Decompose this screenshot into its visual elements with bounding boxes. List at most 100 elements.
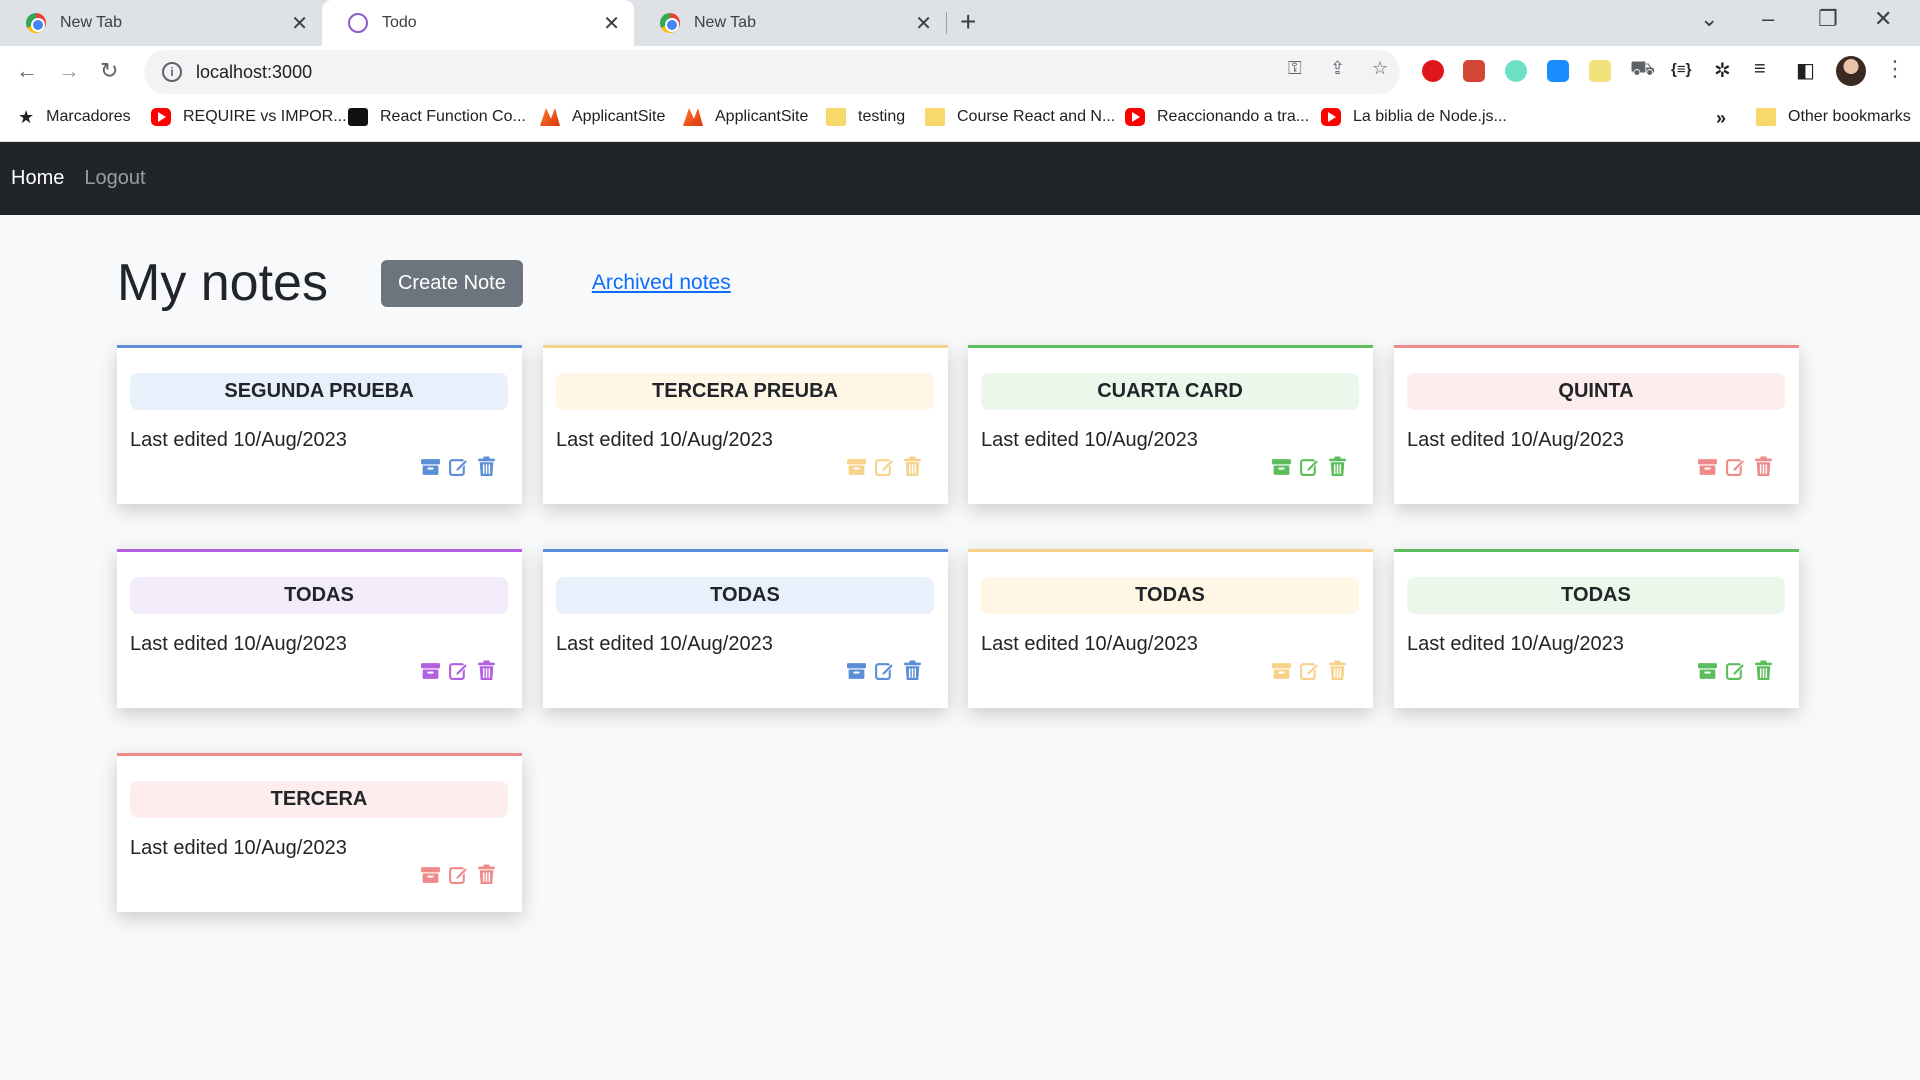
tab-close-icon[interactable]: ✕ [915,11,932,36]
window-close-icon[interactable]: ✕ [1874,6,1892,32]
note-card: TERCERA Last edited 10/Aug/2023 [117,753,522,912]
bookmarks-bar: ★ Marcadores REQUIRE vs IMPOR... React Fu… [0,98,1920,142]
restore-icon[interactable]: ❐ [1818,6,1838,32]
key-icon[interactable]: ⚿ [1288,58,1302,79]
trash-icon[interactable] [476,660,497,681]
bookmark-item[interactable]: ApplicantSite [683,108,808,126]
app-favicon-icon [348,13,368,33]
tab-new-tab-1[interactable]: New Tab ✕ [0,0,322,46]
share-icon[interactable]: ⇪ [1330,58,1345,79]
bookmark-item[interactable]: La biblia de Node.js... [1321,108,1507,126]
extensions-puzzle-icon[interactable]: ✲ [1714,58,1731,83]
url-input[interactable] [196,61,1096,83]
youtube-icon [151,108,171,126]
note-last-edited: Last edited 10/Aug/2023 [1407,429,1624,451]
json-extension-icon[interactable]: {≡} [1671,61,1691,78]
trash-icon[interactable] [1327,660,1348,681]
nav-logout-link[interactable]: Logout [84,167,145,190]
tab-todo[interactable]: Todo ✕ [322,0,634,46]
archive-icon[interactable] [846,660,867,681]
note-last-edited: Last edited 10/Aug/2023 [981,429,1198,451]
extension-icon[interactable]: ⛟ [1630,58,1655,83]
edit-icon[interactable] [1299,660,1320,681]
new-tab-button[interactable]: + [960,6,976,38]
bookmark-item[interactable]: REQUIRE vs IMPOR... [151,108,347,126]
extension-icon[interactable] [1463,60,1485,82]
note-title: CUARTA CARD [981,373,1359,410]
trash-icon[interactable] [1753,660,1774,681]
page-header: My notes Create Note Archived notes [117,253,731,313]
extension-icon[interactable] [1505,60,1527,82]
extension-icon[interactable] [1589,60,1611,82]
trash-icon[interactable] [1753,456,1774,477]
bookmark-item[interactable]: ApplicantSite [540,108,665,126]
create-note-button[interactable]: Create Note [380,259,523,307]
tab-title: New Tab [694,14,756,31]
archived-notes-link[interactable]: Archived notes [592,271,731,295]
forward-icon[interactable]: → [58,58,80,84]
edit-icon[interactable] [448,864,469,885]
media-control-icon[interactable]: ≡ [1754,58,1766,81]
bookmark-item[interactable]: ★ Marcadores [18,108,131,126]
archive-icon[interactable] [420,456,441,477]
tab-close-icon[interactable]: ✕ [291,11,308,36]
note-actions [420,864,497,885]
bookmark-item[interactable]: Course React and N... [925,108,1115,126]
site-info-icon[interactable]: i [162,62,182,82]
side-panel-icon[interactable]: ◧ [1796,58,1815,83]
archive-icon[interactable] [420,864,441,885]
edit-icon[interactable] [448,456,469,477]
bookmark-item[interactable]: testing [826,108,905,126]
tab-close-icon[interactable]: ✕ [603,11,620,36]
archive-icon[interactable] [420,660,441,681]
notes-page: My notes Create Note Archived notes SEGU… [0,215,1920,975]
archive-icon[interactable] [1271,456,1292,477]
archive-icon[interactable] [846,456,867,477]
edit-icon[interactable] [1725,456,1746,477]
archive-icon[interactable] [1271,660,1292,681]
edit-icon[interactable] [1725,660,1746,681]
nav-home-link[interactable]: Home [11,167,64,190]
more-bookmarks-button[interactable]: » [1716,108,1726,129]
other-bookmarks[interactable]: Other bookmarks [1756,108,1911,126]
folder-icon [826,108,846,126]
note-card: TODAS Last edited 10/Aug/2023 [117,549,522,708]
edit-icon[interactable] [874,660,895,681]
archive-icon[interactable] [1697,660,1718,681]
opera-extension-icon[interactable] [1422,60,1444,82]
tab-search-icon[interactable]: ⌄ [1700,6,1718,32]
trash-icon[interactable] [1327,456,1348,477]
address-bar[interactable]: i [144,50,1400,94]
archive-icon[interactable] [1697,456,1718,477]
bookmark-label: Marcadores [46,108,131,125]
edit-icon[interactable] [1299,456,1320,477]
browser-tab-strip: New Tab ✕ Todo ✕ New Tab ✕ + ⌄ – ❐ ✕ [0,0,1920,46]
star-icon: ★ [18,107,35,127]
trash-icon[interactable] [476,864,497,885]
reload-icon[interactable]: ↻ [100,58,118,84]
extension-icon[interactable] [1547,60,1569,82]
trash-icon[interactable] [476,456,497,477]
browser-menu-icon[interactable]: ⋮ [1884,56,1906,82]
bookmark-label: testing [858,108,906,125]
trash-icon[interactable] [902,660,923,681]
bookmark-item[interactable]: React Function Co... [348,108,526,126]
edit-icon[interactable] [874,456,895,477]
tab-new-tab-2[interactable]: New Tab ✕ [634,0,946,46]
tab-separator [946,12,947,34]
back-icon[interactable]: ← [16,58,38,84]
edit-icon[interactable] [448,660,469,681]
bookmark-star-icon[interactable]: ☆ [1372,58,1388,79]
profile-avatar[interactable] [1836,56,1866,86]
minimize-icon[interactable]: – [1762,6,1774,32]
note-last-edited: Last edited 10/Aug/2023 [556,633,773,655]
trash-icon[interactable] [902,456,923,477]
bookmark-label: Other bookmarks [1788,108,1911,125]
browser-toolbar: ← → ↻ i ⚿ ⇪ ☆ ⛟ {≡} ✲ ≡ ◧ ⋮ [0,46,1920,98]
note-last-edited: Last edited 10/Aug/2023 [1407,633,1624,655]
bookmark-label: Course React and N... [957,108,1116,125]
note-actions [420,456,497,477]
bookmark-item[interactable]: Reaccionando a tra... [1125,108,1309,126]
note-actions [1697,456,1774,477]
note-card: QUINTA Last edited 10/Aug/2023 [1394,345,1799,504]
